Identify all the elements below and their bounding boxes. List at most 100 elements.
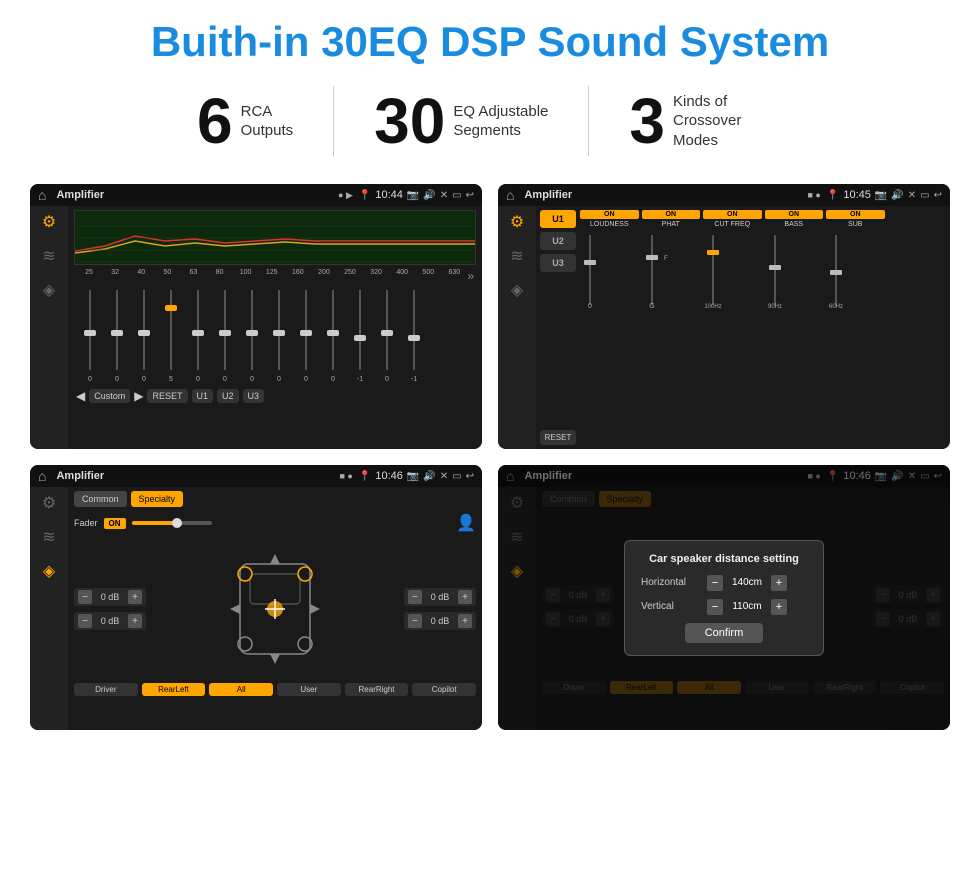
horizontal-value: 140cm <box>727 577 767 588</box>
eq-main-content: 25 32 40 50 63 80 100 125 160 200 250 32… <box>68 206 482 449</box>
equalizer-icon[interactable]: ⚙ <box>42 212 56 232</box>
db-control-fr: − 0 dB + <box>404 588 476 606</box>
eq-prev-btn[interactable]: ◀ <box>76 389 85 403</box>
speaker-icon-2[interactable]: ◈ <box>511 280 523 300</box>
home-icon-3[interactable]: ⌂ <box>38 468 46 484</box>
fader-status-bar: ⌂ Amplifier ■ ● 📍 10:46 📷 🔊 ✕ ▭ ↩ <box>30 465 482 487</box>
bass-on-btn[interactable]: ON <box>765 210 824 219</box>
all-btn[interactable]: All <box>209 683 273 696</box>
stat-number-rca: 6 <box>197 89 233 153</box>
eq-icon-3[interactable]: ⚙ <box>42 493 56 513</box>
window-icon-3: ▭ <box>452 471 461 482</box>
fader-control-row: Fader ON 👤 <box>74 513 476 533</box>
stat-eq: 30 EQ AdjustableSegments <box>334 89 588 153</box>
waveform-icon[interactable]: ≋ <box>42 246 55 266</box>
preset-u2[interactable]: U2 <box>540 232 576 250</box>
phat-on-btn[interactable]: ON <box>642 210 701 219</box>
db-minus-rr[interactable]: − <box>408 614 422 628</box>
horizontal-minus-btn[interactable]: − <box>707 575 723 591</box>
eq-icon-2[interactable]: ⚙ <box>510 212 524 232</box>
distance-screen-panel: ⌂ Amplifier ■ ● 📍 10:46 📷 🔊 ✕ ▭ ↩ ⚙ ≋ ◈ <box>498 465 950 730</box>
db-plus-rl[interactable]: + <box>128 614 142 628</box>
rearright-btn[interactable]: RearRight <box>345 683 409 696</box>
crossover-main-content: U1 U2 U3 RESET ON LOUDNESS 0 <box>536 206 950 449</box>
eq-sliders-svg[interactable]: .sl-track { stroke: #555; stroke-width: … <box>76 285 474 385</box>
cutfreq-slider[interactable]: 100Hz <box>703 230 762 445</box>
phat-slider[interactable]: G F <box>642 230 701 445</box>
tab-specialty[interactable]: Specialty <box>131 491 184 507</box>
close-icon: ✕ <box>440 190 448 201</box>
vertical-minus-btn[interactable]: − <box>707 599 723 615</box>
amp-channels-grid: ON LOUDNESS 0 ON PHAT <box>580 210 946 445</box>
crossover-reset-btn[interactable]: RESET <box>540 430 576 445</box>
db-plus-fr[interactable]: + <box>458 590 472 604</box>
sub-slider[interactable]: 60Hz <box>826 230 885 445</box>
driver-btn[interactable]: Driver <box>74 683 138 696</box>
eq-custom-btn[interactable]: Custom <box>89 389 130 403</box>
stat-label-rca: RCAOutputs <box>241 102 294 141</box>
home-icon[interactable]: ⌂ <box>38 187 46 203</box>
eq-u3-btn[interactable]: U3 <box>243 389 265 403</box>
waveform-icon-2[interactable]: ≋ <box>510 246 523 266</box>
preset-u1[interactable]: U1 <box>540 210 576 228</box>
stats-row: 6 RCAOutputs 30 EQ AdjustableSegments 3 … <box>0 76 980 174</box>
freq-320: 320 <box>363 269 389 283</box>
horizontal-label: Horizontal <box>641 577 701 588</box>
crossover-status-bar: ⌂ Amplifier ■ ● 📍 10:45 📷 🔊 ✕ ▭ ↩ <box>498 184 950 206</box>
speaker-bottom-row: Driver RearLeft All User RearRight Copil… <box>74 683 476 696</box>
loudness-on-btn[interactable]: ON <box>580 210 639 219</box>
speaker-icon[interactable]: ◈ <box>43 280 55 300</box>
speaker-icon-3[interactable]: ◈ <box>43 561 55 581</box>
copilot-btn[interactable]: Copilot <box>412 683 476 696</box>
db-minus-rl[interactable]: − <box>78 614 92 628</box>
horizontal-plus-btn[interactable]: + <box>771 575 787 591</box>
more-freqs-icon[interactable]: » <box>467 269 474 283</box>
db-value-rl: 0 dB <box>96 616 124 626</box>
svg-text:0: 0 <box>385 376 389 383</box>
back-icon[interactable]: ↩ <box>466 190 474 201</box>
eq-u2-btn[interactable]: U2 <box>217 389 239 403</box>
svg-text:60Hz: 60Hz <box>829 304 843 310</box>
eq-screen-body: ⚙ ≋ ◈ <box>30 206 482 449</box>
back-icon-3[interactable]: ↩ <box>466 471 474 482</box>
eq-screen-panel: ⌂ Amplifier ● ▶ 📍 10:44 📷 🔊 ✕ ▭ ↩ ⚙ ≋ ◈ <box>30 184 482 449</box>
window-icon-2: ▭ <box>920 190 929 201</box>
preset-u3[interactable]: U3 <box>540 254 576 272</box>
bass-slider[interactable]: 90Hz <box>765 230 824 445</box>
vertical-label: Vertical <box>641 601 701 612</box>
fader-screen-body: ⚙ ≋ ◈ Common Specialty Fader ON <box>30 487 482 730</box>
eq-sliders: .sl-track { stroke: #555; stroke-width: … <box>74 285 476 385</box>
dialog-title: Car speaker distance setting <box>641 553 807 565</box>
close-icon-3: ✕ <box>440 471 448 482</box>
db-minus-fl[interactable]: − <box>78 590 92 604</box>
db-minus-fr[interactable]: − <box>408 590 422 604</box>
svg-text:0: 0 <box>250 376 254 383</box>
waveform-icon-3[interactable]: ≋ <box>42 527 55 547</box>
cutfreq-on-btn[interactable]: ON <box>703 210 762 219</box>
vertical-plus-btn[interactable]: + <box>771 599 787 615</box>
stat-number-crossover: 3 <box>629 89 665 153</box>
freq-80: 80 <box>206 269 232 283</box>
eq-reset-btn[interactable]: RESET <box>147 389 187 403</box>
loudness-slider-svg: 0 <box>580 230 639 310</box>
user-btn[interactable]: User <box>277 683 341 696</box>
eq-next-btn[interactable]: ▶ <box>134 389 143 403</box>
sub-on-btn[interactable]: ON <box>826 210 885 219</box>
eq-u1-btn[interactable]: U1 <box>192 389 214 403</box>
fader-slider-svg[interactable] <box>132 516 212 530</box>
loudness-slider[interactable]: 0 <box>580 230 639 445</box>
channel-sub: ON SUB 60Hz <box>826 210 885 445</box>
db-plus-fl[interactable]: + <box>128 590 142 604</box>
confirm-button[interactable]: Confirm <box>685 623 764 643</box>
distance-dialog-box: Car speaker distance setting Horizontal … <box>624 540 824 656</box>
camera-icon-3: 📷 <box>407 471 419 482</box>
rearleft-btn[interactable]: RearLeft <box>142 683 206 696</box>
svg-text:0: 0 <box>196 376 200 383</box>
fader-settings-icon[interactable]: 👤 <box>456 513 476 533</box>
back-icon-2[interactable]: ↩ <box>934 190 942 201</box>
eq-dot-icons: ● ▶ <box>338 190 353 201</box>
home-icon-2[interactable]: ⌂ <box>506 187 514 203</box>
bass-label: BASS <box>784 221 803 228</box>
tab-common[interactable]: Common <box>74 491 127 507</box>
db-plus-rr[interactable]: + <box>458 614 472 628</box>
